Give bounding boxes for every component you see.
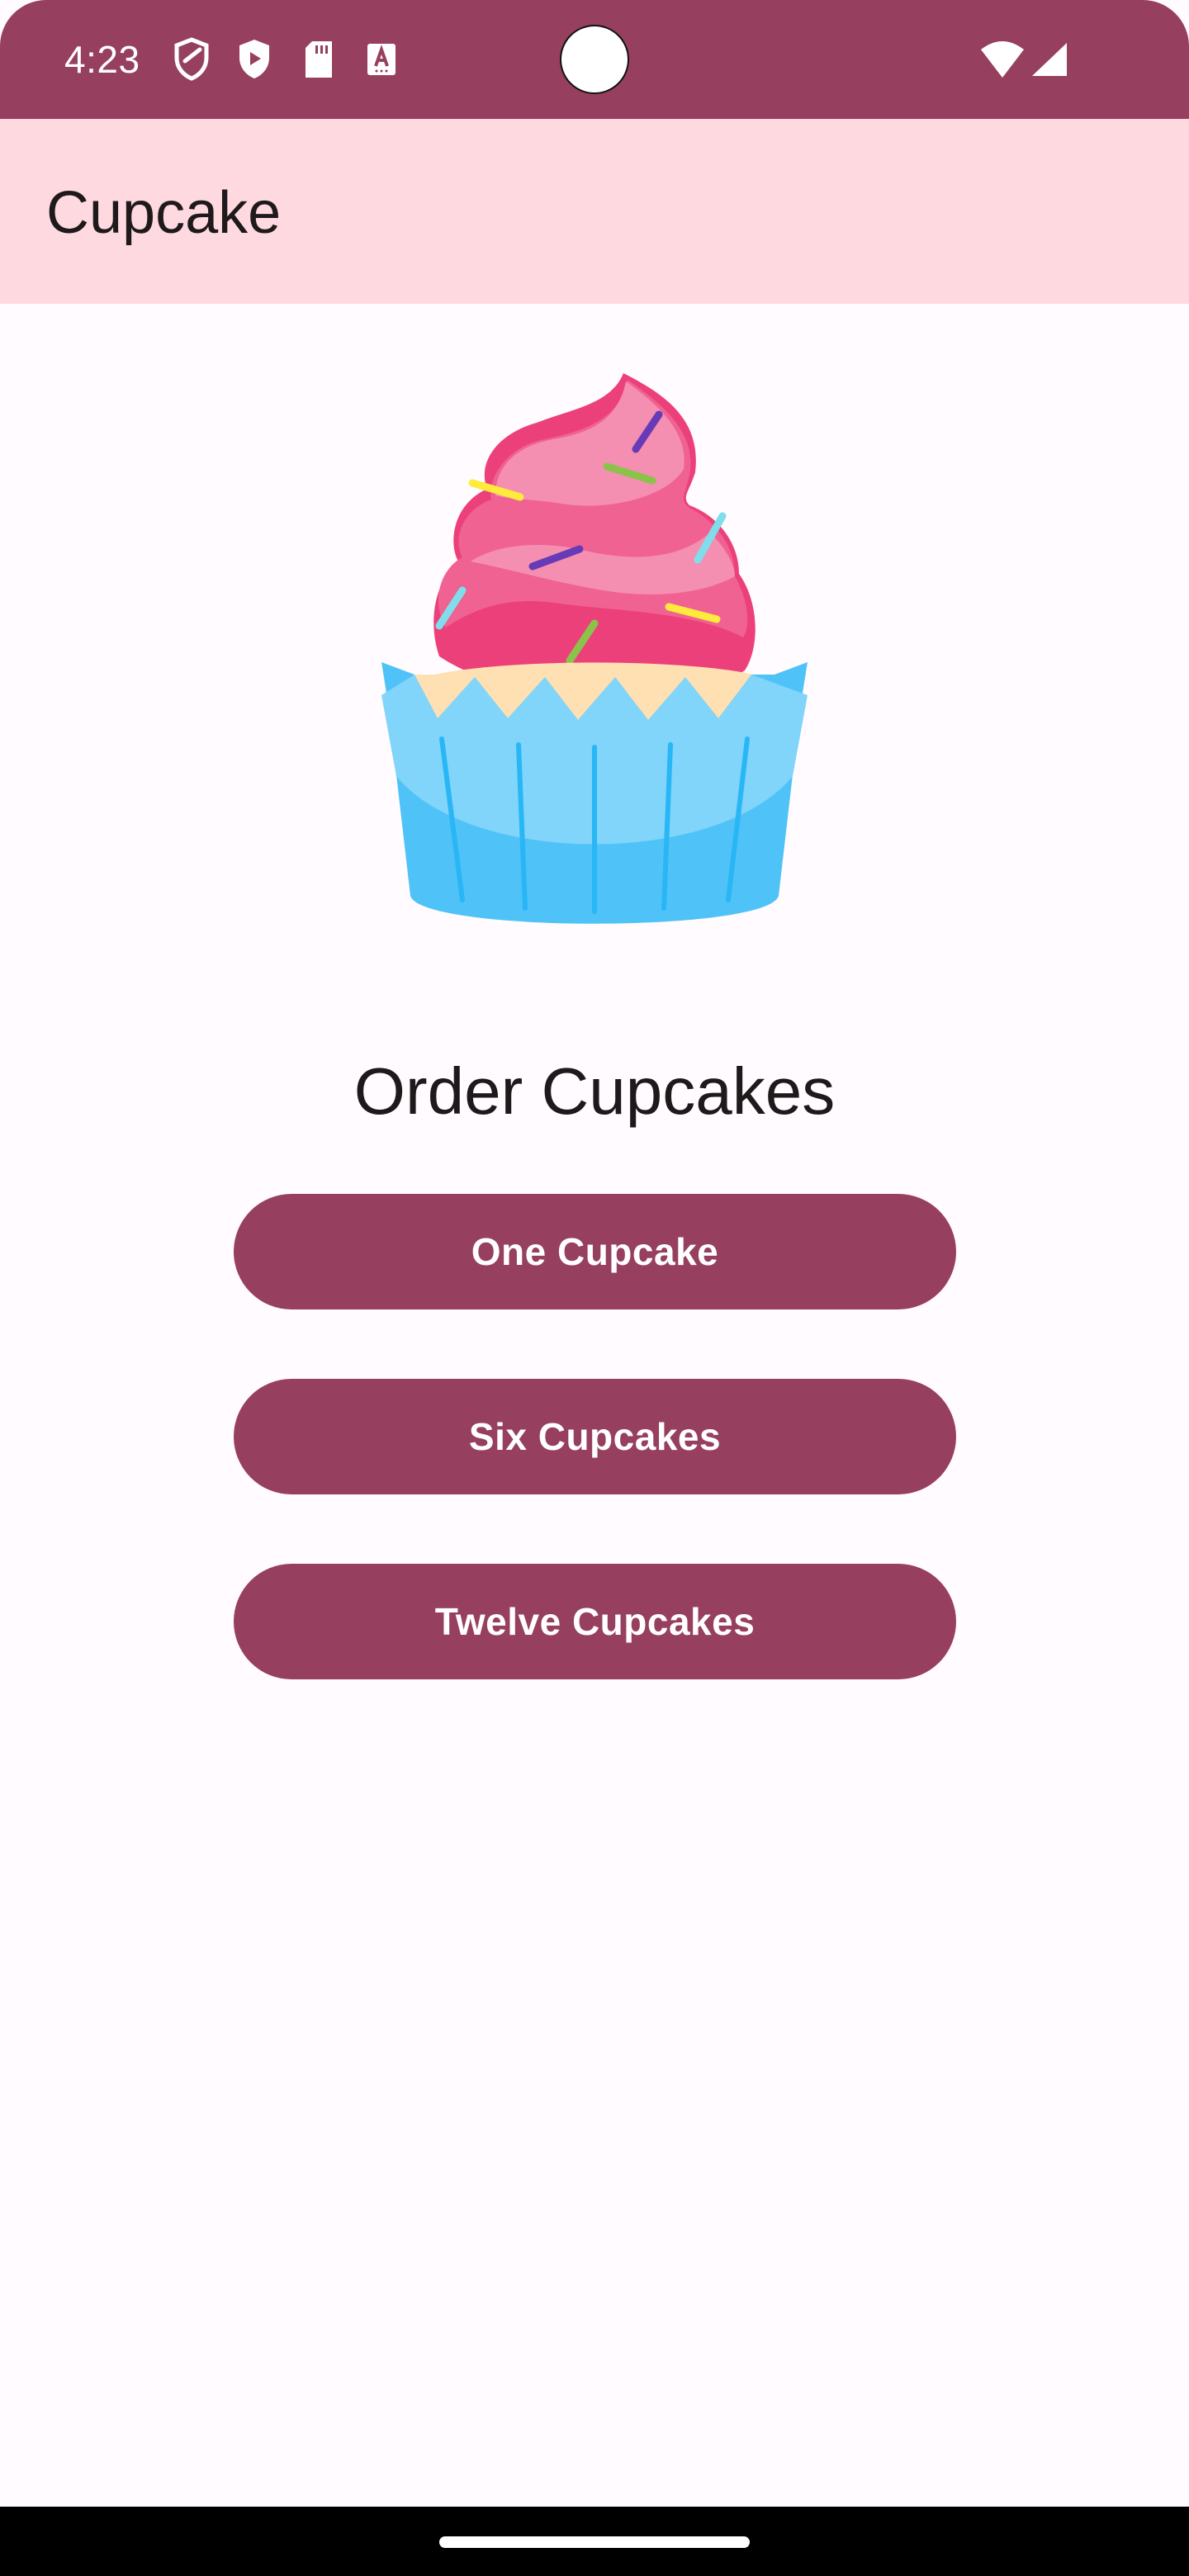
keyboard-a-icon [363, 36, 400, 83]
privacy-shield-icon [172, 36, 211, 83]
cell-signal-icon [1029, 36, 1070, 83]
status-bar: 4:23 [0, 0, 1189, 119]
app-title: Cupcake [46, 180, 282, 246]
camera-cutout [560, 25, 629, 94]
play-shield-icon [234, 36, 274, 83]
one-cupcake-button[interactable]: One Cupcake [234, 1194, 956, 1309]
cupcake-image [372, 363, 817, 958]
status-time: 4:23 [64, 38, 140, 81]
top-app-bar: Cupcake [0, 119, 1189, 304]
order-heading: Order Cupcakes [353, 1054, 836, 1128]
home-gesture-handle[interactable] [439, 2536, 750, 2548]
navigation-bar [0, 2507, 1189, 2576]
twelve-cupcakes-button[interactable]: Twelve Cupcakes [234, 1564, 956, 1679]
six-cupcakes-button[interactable]: Six Cupcakes [234, 1379, 956, 1494]
wifi-icon [979, 36, 1026, 83]
sd-card-icon [301, 36, 337, 83]
